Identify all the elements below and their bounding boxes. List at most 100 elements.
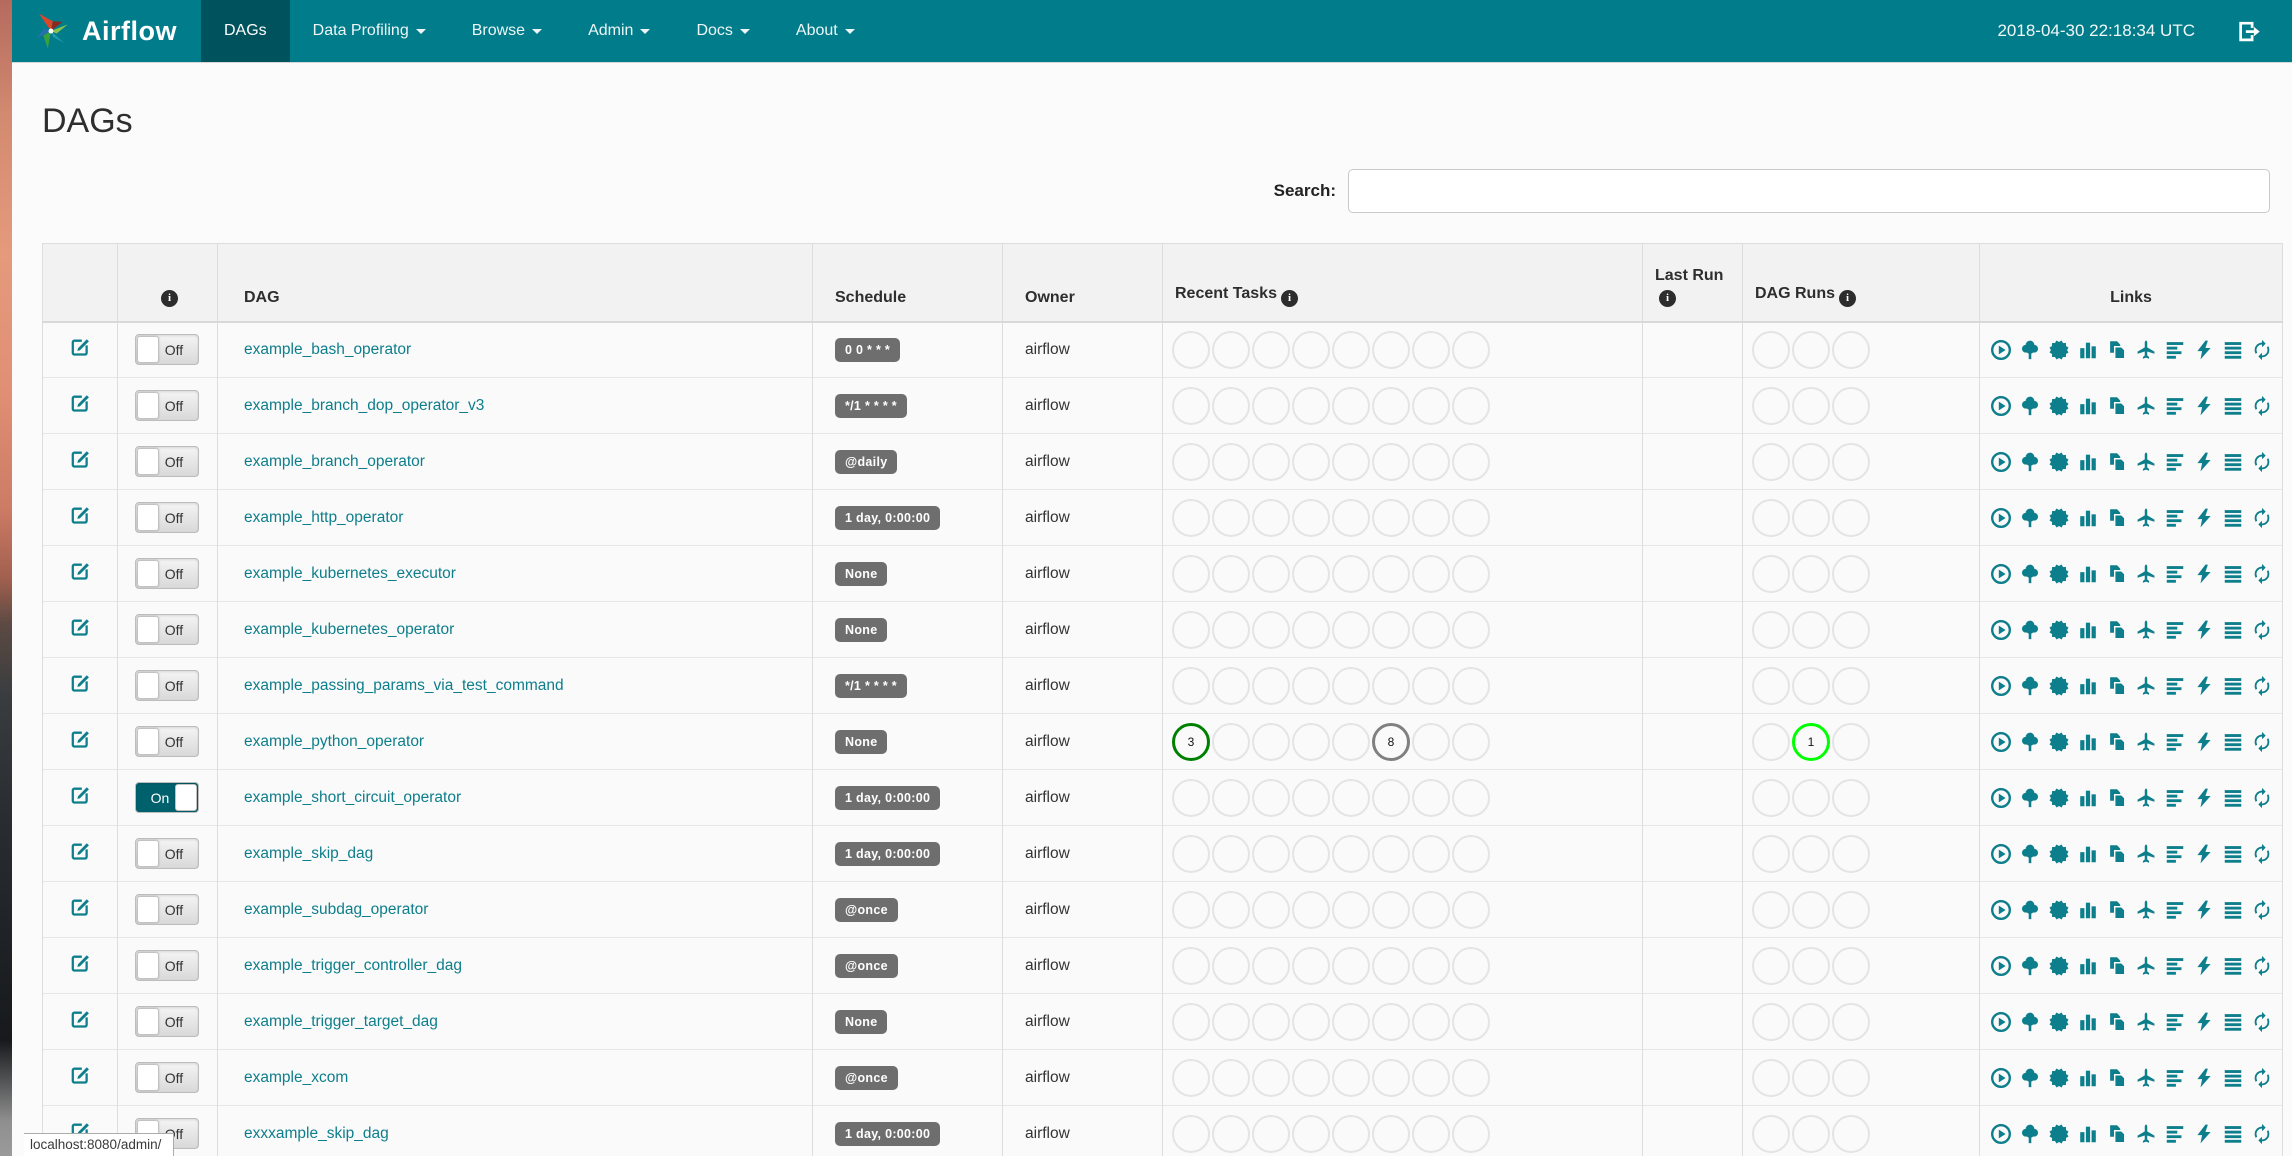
recent-task-circle[interactable] bbox=[1172, 554, 1210, 593]
graph-view-icon[interactable]: Graph View bbox=[2048, 1123, 2070, 1145]
trigger-dag-icon[interactable]: Trigger Dag bbox=[1990, 507, 2012, 529]
graph-view-icon[interactable]: Graph View bbox=[2048, 1067, 2070, 1089]
gantt-icon[interactable]: Gantt View bbox=[2164, 619, 2186, 641]
tree-view-icon[interactable]: Tree View bbox=[2019, 451, 2041, 473]
recent-task-circle[interactable] bbox=[1252, 1002, 1290, 1041]
recent-task-circle[interactable] bbox=[1452, 386, 1490, 425]
task-tries-icon[interactable]: Task Tries bbox=[2106, 395, 2128, 417]
recent-task-circle[interactable] bbox=[1452, 330, 1490, 369]
dag-name-link[interactable]: example_branch_operator bbox=[218, 453, 425, 470]
nav-item-dags[interactable]: DAGs bbox=[201, 0, 290, 62]
gantt-icon[interactable]: Gantt View bbox=[2164, 1123, 2186, 1145]
refresh-icon[interactable]: Refresh bbox=[2251, 395, 2273, 417]
refresh-icon[interactable]: Refresh bbox=[2251, 731, 2273, 753]
recent-task-circle[interactable] bbox=[1332, 1002, 1370, 1041]
recent-task-circle[interactable] bbox=[1292, 386, 1330, 425]
recent-task-circle[interactable] bbox=[1172, 946, 1210, 985]
header-dag[interactable]: DAG bbox=[217, 243, 813, 323]
recent-task-circle[interactable] bbox=[1372, 442, 1410, 481]
landing-times-icon[interactable]: Landing Times bbox=[2135, 1123, 2157, 1145]
recent-task-circle[interactable] bbox=[1452, 610, 1490, 649]
dag-run-circle[interactable] bbox=[1792, 1002, 1830, 1041]
landing-times-icon[interactable]: Landing Times bbox=[2135, 451, 2157, 473]
task-tries-icon[interactable]: Task Tries bbox=[2106, 843, 2128, 865]
recent-task-circle[interactable] bbox=[1252, 778, 1290, 817]
edit-dag-icon[interactable] bbox=[70, 953, 91, 974]
recent-task-circle[interactable] bbox=[1292, 722, 1330, 761]
logs-icon[interactable]: Logs bbox=[2222, 1011, 2244, 1033]
recent-task-circle[interactable] bbox=[1172, 1114, 1210, 1153]
recent-task-circle[interactable] bbox=[1212, 1002, 1250, 1041]
dag-pause-toggle[interactable]: On bbox=[135, 782, 199, 813]
dag-run-circle[interactable] bbox=[1792, 834, 1830, 873]
recent-task-circle[interactable] bbox=[1452, 778, 1490, 817]
recent-task-circle[interactable] bbox=[1372, 1002, 1410, 1041]
refresh-icon[interactable]: Refresh bbox=[2251, 1123, 2273, 1145]
recent-task-circle[interactable] bbox=[1292, 778, 1330, 817]
header-owner[interactable]: Owner bbox=[1002, 243, 1163, 323]
refresh-icon[interactable]: Refresh bbox=[2251, 787, 2273, 809]
trigger-dag-icon[interactable]: Trigger Dag bbox=[1990, 619, 2012, 641]
dag-run-circle[interactable]: 1 bbox=[1792, 722, 1830, 761]
trigger-dag-icon[interactable]: Trigger Dag bbox=[1990, 1123, 2012, 1145]
header-recent-tasks[interactable]: Recent Tasks i bbox=[1162, 243, 1643, 323]
recent-task-circle[interactable] bbox=[1332, 946, 1370, 985]
tree-view-icon[interactable]: Tree View bbox=[2019, 395, 2041, 417]
recent-task-circle[interactable] bbox=[1212, 666, 1250, 705]
recent-task-circle[interactable] bbox=[1412, 778, 1450, 817]
dag-run-circle[interactable] bbox=[1792, 610, 1830, 649]
logs-icon[interactable]: Logs bbox=[2222, 563, 2244, 585]
dag-run-circle[interactable] bbox=[1752, 722, 1790, 761]
recent-task-circle[interactable] bbox=[1412, 834, 1450, 873]
dag-run-circle[interactable] bbox=[1832, 498, 1870, 537]
recent-task-circle[interactable] bbox=[1332, 610, 1370, 649]
recent-task-circle[interactable] bbox=[1332, 778, 1370, 817]
dag-run-circle[interactable] bbox=[1792, 442, 1830, 481]
trigger-dag-icon[interactable]: Trigger Dag bbox=[1990, 563, 2012, 585]
code-view-icon[interactable]: Code View bbox=[2193, 955, 2215, 977]
gantt-icon[interactable]: Gantt View bbox=[2164, 507, 2186, 529]
landing-times-icon[interactable]: Landing Times bbox=[2135, 899, 2157, 921]
recent-task-circle[interactable] bbox=[1252, 610, 1290, 649]
recent-task-circle[interactable] bbox=[1412, 554, 1450, 593]
recent-task-circle[interactable] bbox=[1292, 1114, 1330, 1153]
recent-task-circle[interactable] bbox=[1372, 386, 1410, 425]
refresh-icon[interactable]: Refresh bbox=[2251, 955, 2273, 977]
tree-view-icon[interactable]: Tree View bbox=[2019, 1123, 2041, 1145]
recent-task-circle[interactable] bbox=[1212, 834, 1250, 873]
dag-run-circle[interactable] bbox=[1752, 778, 1790, 817]
dag-run-circle[interactable] bbox=[1832, 1114, 1870, 1153]
task-tries-icon[interactable]: Task Tries bbox=[2106, 451, 2128, 473]
graph-view-icon[interactable]: Graph View bbox=[2048, 507, 2070, 529]
recent-task-circle[interactable] bbox=[1252, 330, 1290, 369]
logs-icon[interactable]: Logs bbox=[2222, 395, 2244, 417]
graph-view-icon[interactable]: Graph View bbox=[2048, 899, 2070, 921]
code-view-icon[interactable]: Code View bbox=[2193, 619, 2215, 641]
landing-times-icon[interactable]: Landing Times bbox=[2135, 395, 2157, 417]
logs-icon[interactable]: Logs bbox=[2222, 451, 2244, 473]
landing-times-icon[interactable]: Landing Times bbox=[2135, 955, 2157, 977]
logs-icon[interactable]: Logs bbox=[2222, 1067, 2244, 1089]
recent-task-circle[interactable] bbox=[1252, 722, 1290, 761]
tree-view-icon[interactable]: Tree View bbox=[2019, 507, 2041, 529]
recent-task-circle[interactable]: 8 bbox=[1372, 722, 1410, 761]
recent-task-circle[interactable] bbox=[1412, 386, 1450, 425]
task-tries-icon[interactable]: Task Tries bbox=[2106, 1011, 2128, 1033]
dag-name-link[interactable]: example_branch_dop_operator_v3 bbox=[218, 397, 484, 414]
code-view-icon[interactable]: Code View bbox=[2193, 899, 2215, 921]
recent-task-circle[interactable]: 3 bbox=[1172, 722, 1210, 761]
recent-task-circle[interactable] bbox=[1332, 666, 1370, 705]
code-view-icon[interactable]: Code View bbox=[2193, 1123, 2215, 1145]
logs-icon[interactable]: Logs bbox=[2222, 619, 2244, 641]
recent-task-circle[interactable] bbox=[1252, 946, 1290, 985]
edit-dag-icon[interactable] bbox=[70, 449, 91, 470]
tree-view-icon[interactable]: Tree View bbox=[2019, 1011, 2041, 1033]
recent-task-circle[interactable] bbox=[1252, 498, 1290, 537]
recent-task-circle[interactable] bbox=[1172, 330, 1210, 369]
refresh-icon[interactable]: Refresh bbox=[2251, 675, 2273, 697]
recent-task-circle[interactable] bbox=[1452, 1114, 1490, 1153]
task-duration-icon[interactable]: Task Duration bbox=[2077, 1011, 2099, 1033]
recent-task-circle[interactable] bbox=[1172, 498, 1210, 537]
dag-pause-toggle[interactable]: Off bbox=[135, 950, 199, 981]
gantt-icon[interactable]: Gantt View bbox=[2164, 675, 2186, 697]
